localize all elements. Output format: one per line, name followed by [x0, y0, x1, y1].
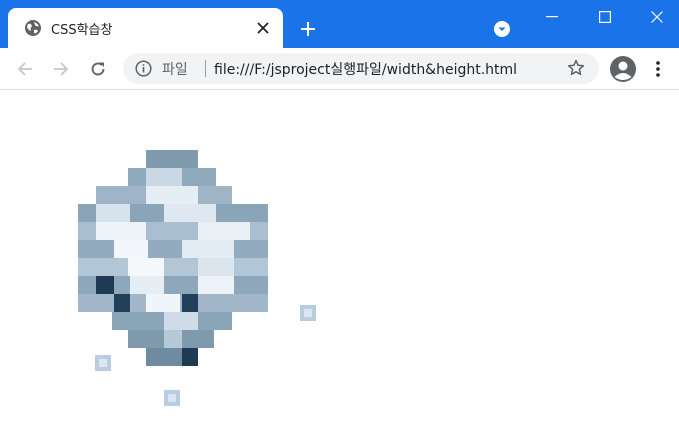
bookmark-star-icon[interactable] [567, 59, 585, 77]
tab-close-icon[interactable] [251, 16, 275, 40]
new-tab-icon[interactable] [296, 17, 320, 41]
title-bar: CSS학습창 [0, 0, 679, 48]
pixel-dot [164, 390, 180, 406]
tab-search-dropdown-icon[interactable] [493, 20, 511, 38]
page-content [0, 90, 679, 439]
avatar-icon[interactable] [610, 56, 636, 82]
tab-title: CSS학습창 [51, 23, 113, 38]
pixel-dot [95, 355, 111, 371]
globe-icon [25, 20, 41, 36]
browser-toolbar: 파일 file:///F:/jsproject실행파일/width&height… [0, 48, 679, 90]
address-bar[interactable]: 파일 file:///F:/jsproject실행파일/width&height… [123, 53, 599, 84]
url-text[interactable]: file:///F:/jsproject실행파일/width&height.ht… [214, 59, 517, 79]
window-close-icon[interactable] [633, 0, 679, 34]
minimize-icon[interactable] [528, 0, 576, 34]
scheme-label: 파일 [162, 62, 188, 78]
address-separator [205, 60, 206, 77]
maximize-icon[interactable] [581, 0, 629, 34]
browser-tab[interactable]: CSS학습창 [8, 8, 283, 48]
ore-sprite-image [78, 150, 268, 366]
back-arrow-icon[interactable] [11, 55, 39, 83]
reload-icon[interactable] [84, 55, 112, 83]
info-icon[interactable] [135, 60, 152, 77]
pixel-dot [300, 305, 316, 321]
kebab-menu-icon[interactable] [648, 57, 668, 81]
forward-arrow-icon[interactable] [47, 55, 75, 83]
